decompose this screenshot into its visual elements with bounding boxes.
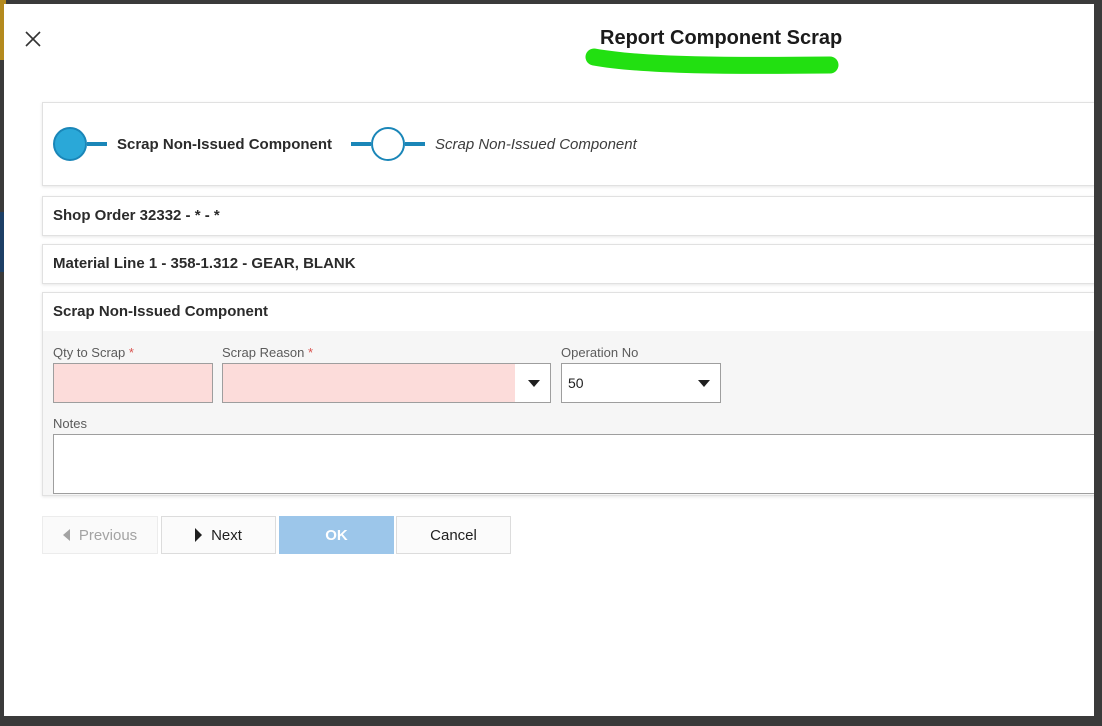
close-button[interactable] xyxy=(22,28,44,50)
qty-to-scrap-label-text: Qty to Scrap xyxy=(53,345,126,360)
scrap-reason-label-text: Scrap Reason xyxy=(222,345,305,360)
step-2-label: Scrap Non-Issued Component xyxy=(435,135,637,153)
step-connector xyxy=(405,142,425,146)
notes-textarea[interactable] xyxy=(53,434,1094,494)
cancel-button[interactable]: Cancel xyxy=(396,516,511,554)
step-1[interactable]: Scrap Non-Issued Component xyxy=(53,125,332,163)
step-connector xyxy=(351,142,371,146)
step-pending-circle-icon xyxy=(371,127,405,161)
operation-no-label: Operation No xyxy=(561,345,639,360)
qty-to-scrap-input[interactable] xyxy=(53,363,213,403)
dialog-title: Report Component Scrap xyxy=(600,27,843,49)
previous-button-label: Previous xyxy=(78,526,138,544)
stepper: Scrap Non-Issued Component Scrap Non-Iss… xyxy=(42,102,1094,186)
shop-order-section[interactable]: Shop Order 32332 - * - * xyxy=(42,196,1094,236)
next-button-label: Next xyxy=(211,526,242,544)
required-mark: * xyxy=(128,345,134,360)
notes-label: Notes xyxy=(53,416,87,431)
scrap-reason-value xyxy=(223,364,515,402)
operation-no-value: 50 xyxy=(568,375,584,391)
ok-button-label: OK xyxy=(325,526,348,544)
previous-button[interactable]: Previous xyxy=(42,516,158,554)
step-1-label: Scrap Non-Issued Component xyxy=(117,135,333,153)
scrap-reason-select[interactable] xyxy=(222,363,551,403)
ok-button[interactable]: OK xyxy=(279,516,394,554)
required-mark: * xyxy=(308,345,314,360)
scrap-reason-label: Scrap Reason * xyxy=(222,345,313,360)
close-icon xyxy=(25,31,41,47)
material-line-header: Material Line 1 - 358-1.312 - GEAR, BLAN… xyxy=(53,255,356,272)
next-button[interactable]: Next xyxy=(161,516,276,554)
step-connector xyxy=(87,142,107,146)
caret-left-icon xyxy=(62,529,70,541)
caret-right-icon xyxy=(195,528,203,542)
report-component-scrap-dialog: Report Component Scrap Scrap Non-Issued … xyxy=(4,4,1094,716)
material-line-section[interactable]: Material Line 1 - 358-1.312 - GEAR, BLAN… xyxy=(42,244,1094,284)
step-2[interactable]: Scrap Non-Issued Component xyxy=(351,125,637,163)
scrap-form-section: Scrap Non-Issued Component Qty to Scrap … xyxy=(42,292,1094,496)
qty-to-scrap-label: Qty to Scrap * xyxy=(53,345,134,360)
dialog-title-area: Report Component Scrap xyxy=(584,24,864,84)
chevron-down-icon[interactable] xyxy=(698,380,710,387)
scrap-form-header: Scrap Non-Issued Component xyxy=(43,293,1094,331)
shop-order-header: Shop Order 32332 - * - * xyxy=(53,207,220,224)
cancel-button-label: Cancel xyxy=(430,526,477,544)
scrap-form-title: Scrap Non-Issued Component xyxy=(53,303,269,320)
step-active-circle-icon xyxy=(53,127,87,161)
operation-no-select[interactable]: 50 xyxy=(561,363,721,403)
chevron-down-icon[interactable] xyxy=(528,380,540,387)
